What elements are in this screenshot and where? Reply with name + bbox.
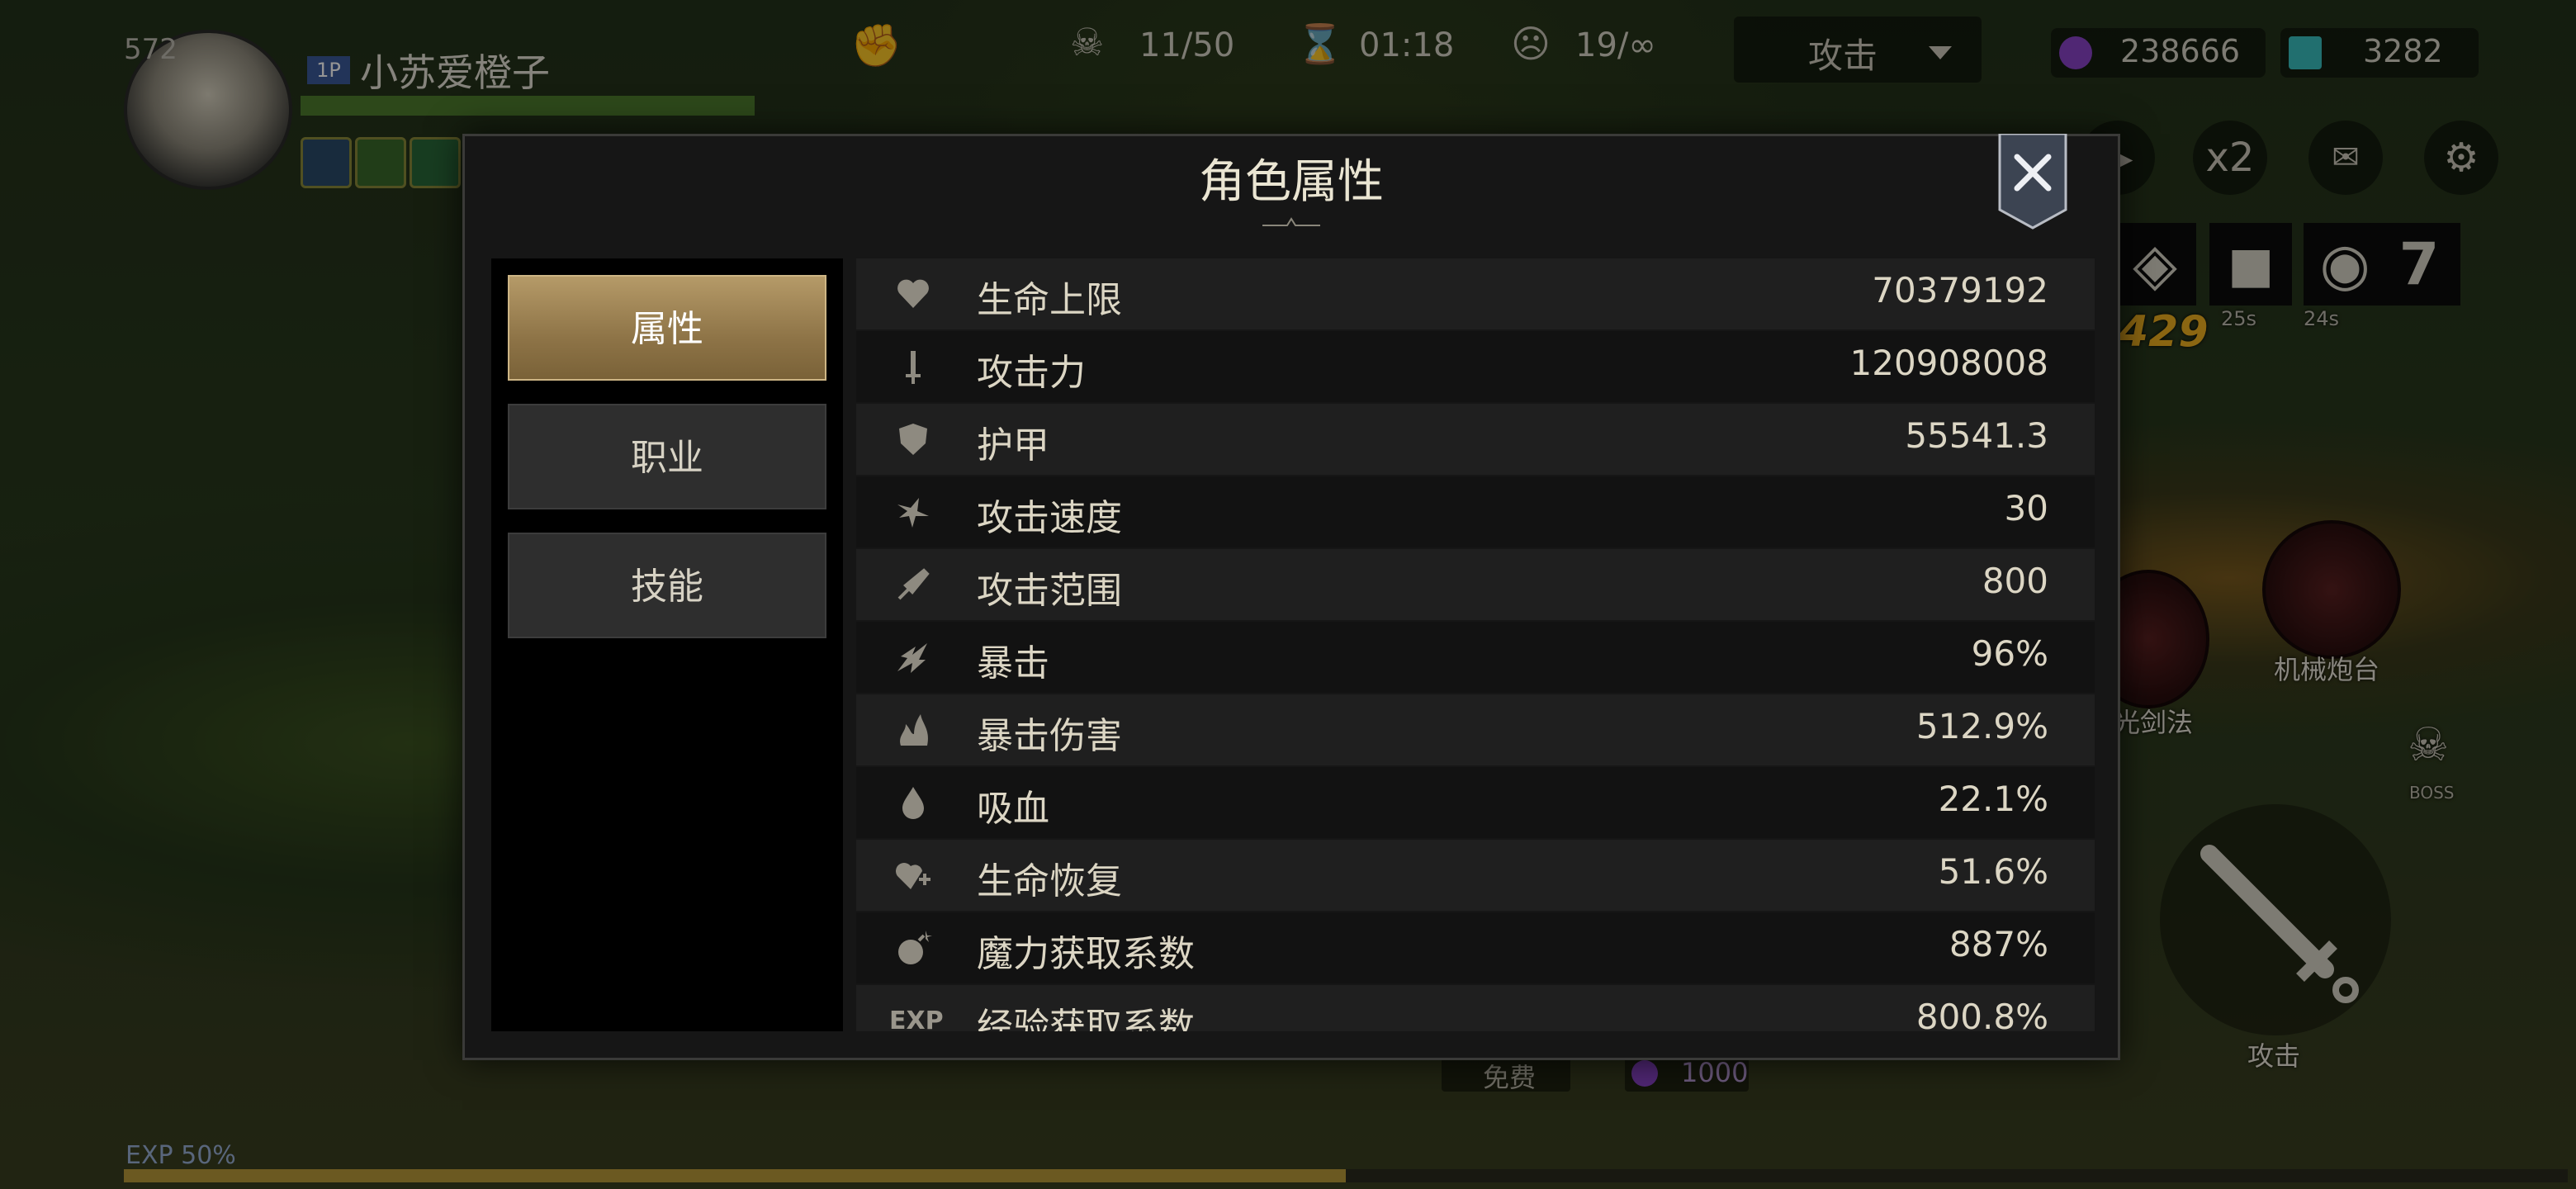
stat-value: 120908008 xyxy=(1849,343,2049,383)
stat-row: EXP 经验获取系数 800.8% xyxy=(856,985,2095,1031)
stat-name: 暴击伤害 xyxy=(977,715,1122,757)
stat-row: 攻击力 120908008 xyxy=(856,331,2095,402)
stat-row: 生命上限 70379192 xyxy=(856,258,2095,329)
tab-column: 属性 职业 技能 xyxy=(491,258,843,1031)
stat-row: 吸血 22.1% xyxy=(856,767,2095,838)
stats-list[interactable]: 生命上限 70379192 攻击力 120908008 护甲 55541.3 攻… xyxy=(856,258,2095,1031)
stat-value: 22.1% xyxy=(1938,779,2048,819)
tab-skills[interactable]: 技能 xyxy=(508,533,826,638)
range-icon xyxy=(897,568,930,600)
stat-name: 护甲 xyxy=(977,424,1049,467)
tab-class[interactable]: 职业 xyxy=(508,404,826,509)
stat-value: 512.9% xyxy=(1915,706,2048,746)
stat-name: 攻击力 xyxy=(977,352,1086,394)
close-icon xyxy=(1998,132,2067,230)
stat-row: 攻击范围 800 xyxy=(856,549,2095,620)
character-attributes-panel: 角色属性 属性 职业 技能 生命上限 70379192 攻击力 12090800… xyxy=(462,132,2120,1060)
stat-name: 经验获取系数 xyxy=(977,1006,1195,1031)
stat-name: 吸血 xyxy=(977,788,1049,830)
flame-icon xyxy=(900,714,928,746)
stat-value: 96% xyxy=(1971,633,2048,674)
stat-row: 攻击速度 30 xyxy=(856,476,2095,547)
stat-value: 887% xyxy=(1949,924,2048,964)
shield-icon xyxy=(899,424,927,455)
speed-icon xyxy=(897,498,929,528)
heart-plus-icon xyxy=(896,863,930,889)
stat-name: 暴击 xyxy=(977,642,1049,685)
stat-name: 生命上限 xyxy=(977,279,1122,321)
stat-value: 800 xyxy=(1982,561,2048,601)
drop-icon xyxy=(902,787,924,819)
stat-row: 暴击 96% xyxy=(856,622,2095,693)
stat-row: 生命恢复 51.6% xyxy=(856,840,2095,911)
stat-value: 51.6% xyxy=(1938,851,2048,892)
stat-row: 暴击伤害 512.9% xyxy=(856,694,2095,765)
exp-icon: EXP xyxy=(889,1007,944,1031)
stat-row: 魔力获取系数 887% xyxy=(856,912,2095,983)
stat-name: 生命恢复 xyxy=(977,860,1122,902)
stat-name: 魔力获取系数 xyxy=(977,933,1195,975)
stat-name: 攻击速度 xyxy=(977,497,1122,539)
stat-name: 攻击范围 xyxy=(977,570,1122,612)
crit-icon xyxy=(897,643,927,673)
stat-value: 70379192 xyxy=(1872,270,2048,310)
stat-value: 30 xyxy=(2004,488,2048,528)
tab-attributes[interactable]: 属性 xyxy=(508,275,826,381)
stat-value: 800.8% xyxy=(1915,997,2048,1031)
close-button[interactable] xyxy=(1997,132,2068,230)
panel-title: 角色属性 xyxy=(1199,155,1384,209)
sword-icon xyxy=(906,351,921,384)
bomb-icon xyxy=(898,931,932,964)
stat-value: 55541.3 xyxy=(1905,415,2048,456)
heart-icon xyxy=(897,279,929,308)
title-ornament xyxy=(1262,217,1320,226)
stat-row: 护甲 55541.3 xyxy=(856,404,2095,475)
